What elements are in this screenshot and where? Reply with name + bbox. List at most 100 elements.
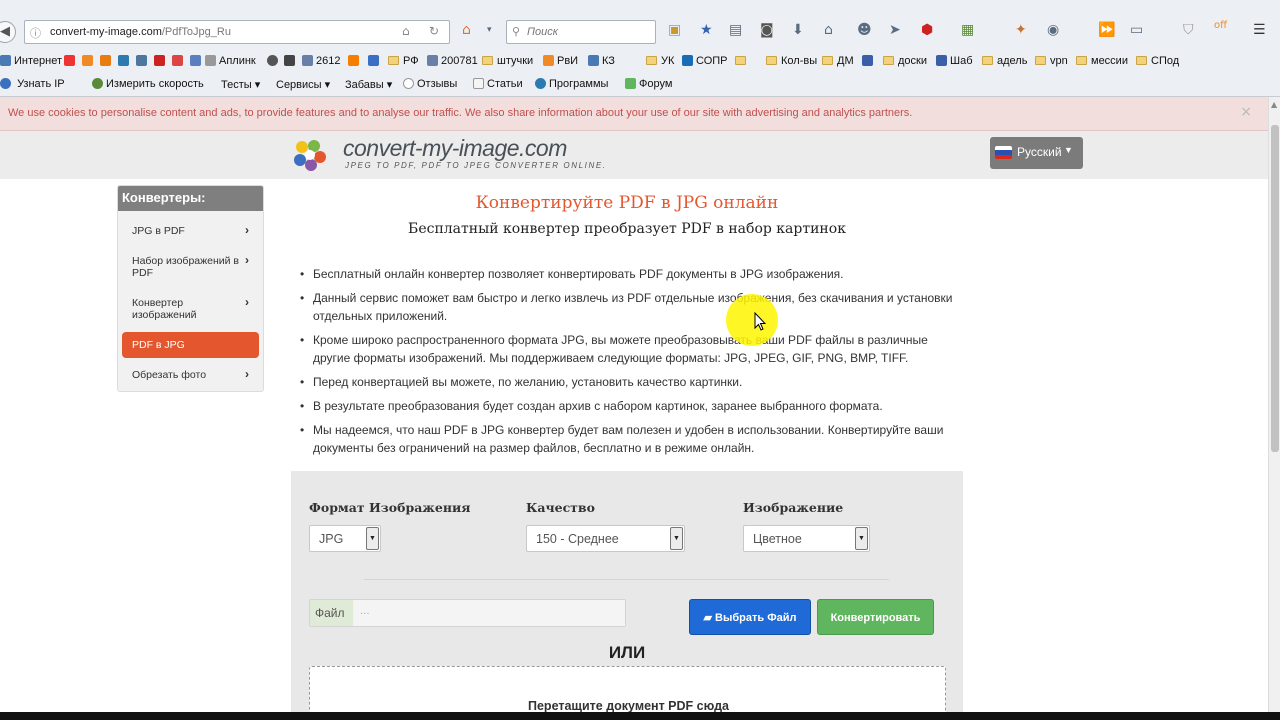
bookmark-f[interactable] xyxy=(862,55,876,67)
screenshot-icon[interactable]: ▣ xyxy=(668,22,681,38)
downloads-icon[interactable]: ⬇ xyxy=(792,22,804,38)
file-field[interactable]: Файл ... xyxy=(309,599,626,627)
format-select[interactable]: JPG ▼ xyxy=(309,525,381,552)
logo-name: convert-my-image.com xyxy=(343,135,567,161)
offers-badge-icon[interactable]: off xyxy=(1214,20,1227,31)
bookmark-rvi[interactable]: РвИ xyxy=(543,55,578,67)
folder-icon xyxy=(766,56,777,65)
chevron-down-icon[interactable]: ▼ xyxy=(855,527,868,550)
convert-button[interactable]: Конвертировать xyxy=(817,599,934,635)
link-zabavy[interactable]: Забавы ▾ xyxy=(345,78,392,91)
site-info-icon[interactable]: ⓘ xyxy=(30,25,41,41)
bookmark-ok[interactable] xyxy=(100,55,114,67)
bookmark-vpn[interactable]: vpn xyxy=(1035,55,1068,67)
link-uznat-ip[interactable]: Узнать IP xyxy=(0,78,65,90)
address-bar[interactable]: ⓘ convert-my-image.com/PdfToJpg_Ru ⌂ ↻ xyxy=(24,20,450,44)
search-input[interactable] xyxy=(527,24,651,40)
sidebar-item-images-to-pdf[interactable]: Набор изображений в PDF › xyxy=(122,254,259,282)
link-izmerit-skorost[interactable]: Измерить скорость xyxy=(92,78,204,90)
cookie-close-icon[interactable]: × xyxy=(1240,104,1252,120)
monitor-icon[interactable]: ▭ xyxy=(1130,22,1143,38)
bookmark-red[interactable] xyxy=(154,55,168,67)
pocket-icon[interactable]: ◙ xyxy=(760,22,774,38)
bookmark-star-icon[interactable]: ★ xyxy=(700,22,713,38)
bookmark-shtuchki[interactable]: штучки xyxy=(482,55,533,67)
bookmark-vk[interactable] xyxy=(136,55,150,67)
bookmark-kz[interactable]: КЗ xyxy=(588,55,615,67)
bookmark-messii[interactable]: мессии xyxy=(1076,55,1128,67)
sidebar-item-pdf-to-jpg[interactable]: PDF в JPG xyxy=(122,332,259,358)
chat-icon[interactable]: ☻ xyxy=(857,22,872,38)
cursor-highlight xyxy=(726,294,778,346)
shield-icon[interactable]: ⛉ xyxy=(1183,22,1194,38)
bookmark-aplink[interactable]: Аплинк xyxy=(205,55,256,67)
format-value: JPG xyxy=(319,532,344,546)
file-input[interactable]: ... xyxy=(354,600,625,626)
bookmark-gmail[interactable] xyxy=(172,55,186,67)
bookmark-kolvy[interactable]: Кол-вы xyxy=(766,55,817,67)
home-button-icon[interactable]: ⌂ xyxy=(824,22,833,38)
bookmark-200781[interactable]: 200781 xyxy=(427,55,478,67)
bookmark-2612[interactable]: 2612 xyxy=(302,55,340,67)
page-scrollbar[interactable]: ▲ xyxy=(1268,97,1280,720)
sidebar-item-image-converter[interactable]: Конвертер изображений › xyxy=(122,296,259,324)
bookmark-circle[interactable] xyxy=(267,55,281,67)
scrollbar-thumb[interactable] xyxy=(1271,125,1279,452)
bookmarks-menu-icon[interactable]: ▤ xyxy=(729,22,742,38)
chevron-down-icon[interactable]: ▼ xyxy=(366,527,379,550)
bookmark-sopr[interactable]: СОПР xyxy=(682,55,728,67)
language-selector[interactable]: Русский ▼ xyxy=(990,137,1083,169)
bookmark-blogger[interactable] xyxy=(348,55,362,67)
home-page-icon[interactable]: ⌂ xyxy=(402,24,410,38)
scroll-up-icon[interactable]: ▲ xyxy=(1271,100,1277,109)
bookmark-w[interactable] xyxy=(368,55,382,67)
site-logo[interactable]: convert-my-image.com JPEG TO PDF, PDF TO… xyxy=(290,134,620,176)
image-color-select[interactable]: Цветное ▼ xyxy=(743,525,870,552)
word-icon xyxy=(368,55,379,66)
bookmark-link[interactable] xyxy=(118,55,132,67)
send-icon[interactable]: ➤ xyxy=(889,22,901,38)
bookmark-internet[interactable]: Интернет xyxy=(0,55,62,67)
drop-zone-text: Перетащите документ PDF сюда xyxy=(528,699,729,713)
bookmark-uk[interactable]: УК xyxy=(646,55,674,67)
bookmark-yandex[interactable] xyxy=(64,55,78,67)
bookmark-dm[interactable]: ДМ xyxy=(822,55,854,67)
link-forum[interactable]: Форум xyxy=(625,78,672,90)
sidebar-item-jpg-to-pdf[interactable]: JPG в PDF › xyxy=(122,224,259,238)
bookmark-speaker[interactable] xyxy=(284,55,298,67)
bookmark-blue[interactable] xyxy=(190,55,204,67)
bookmark-adel[interactable]: адель xyxy=(982,55,1027,67)
folder-icon xyxy=(982,56,993,65)
link-programmy[interactable]: Программы xyxy=(535,78,608,90)
menu-icon[interactable]: ☰ xyxy=(1253,22,1266,38)
back-button[interactable]: ◀ xyxy=(0,21,16,43)
bookmark-spod[interactable]: СПод xyxy=(1136,55,1179,67)
link-testy[interactable]: Тесты ▾ xyxy=(221,78,260,91)
search-box[interactable]: ⚲ xyxy=(506,20,656,44)
vpn-icon[interactable]: ◉ xyxy=(1047,22,1059,38)
reload-icon[interactable]: ↻ xyxy=(429,24,439,38)
home-dropdown-icon[interactable]: ▾ xyxy=(487,25,492,35)
bookmark-doski[interactable]: доски xyxy=(883,55,927,67)
forward-menu-icon[interactable]: ⏩ xyxy=(1098,22,1115,38)
choose-file-button[interactable]: ▰ Выбрать Файл xyxy=(689,599,811,635)
home-icon[interactable]: ⌂ xyxy=(462,22,471,38)
quality-select[interactable]: 150 - Среднее ▼ xyxy=(526,525,685,552)
link-stati[interactable]: Статьи xyxy=(473,78,523,90)
bookmark-icon xyxy=(205,55,216,66)
sidebar-item-crop-photo[interactable]: Обрезать фото › xyxy=(122,368,259,382)
bullet-icon: • xyxy=(300,423,305,437)
extension-icon[interactable]: ✦ xyxy=(1015,22,1027,38)
adblock-icon[interactable]: ⬢ xyxy=(921,22,933,38)
link-servisy[interactable]: Сервисы ▾ xyxy=(276,78,330,91)
bookmark-rf[interactable]: РФ xyxy=(388,55,419,67)
sidebar-item-label: Конвертер изображений xyxy=(132,297,197,321)
bookmark-folder-1[interactable] xyxy=(735,55,750,67)
link-otzyvy[interactable]: Отзывы xyxy=(403,78,457,90)
addon-icon[interactable]: ▦ xyxy=(961,22,974,38)
url-text[interactable]: convert-my-image.com/PdfToJpg_Ru xyxy=(50,26,231,38)
bookmark-mail[interactable] xyxy=(82,55,96,67)
odnoklassniki-icon xyxy=(100,55,111,66)
chevron-down-icon[interactable]: ▼ xyxy=(670,527,683,550)
bookmark-shab[interactable]: Шаб xyxy=(936,55,973,67)
